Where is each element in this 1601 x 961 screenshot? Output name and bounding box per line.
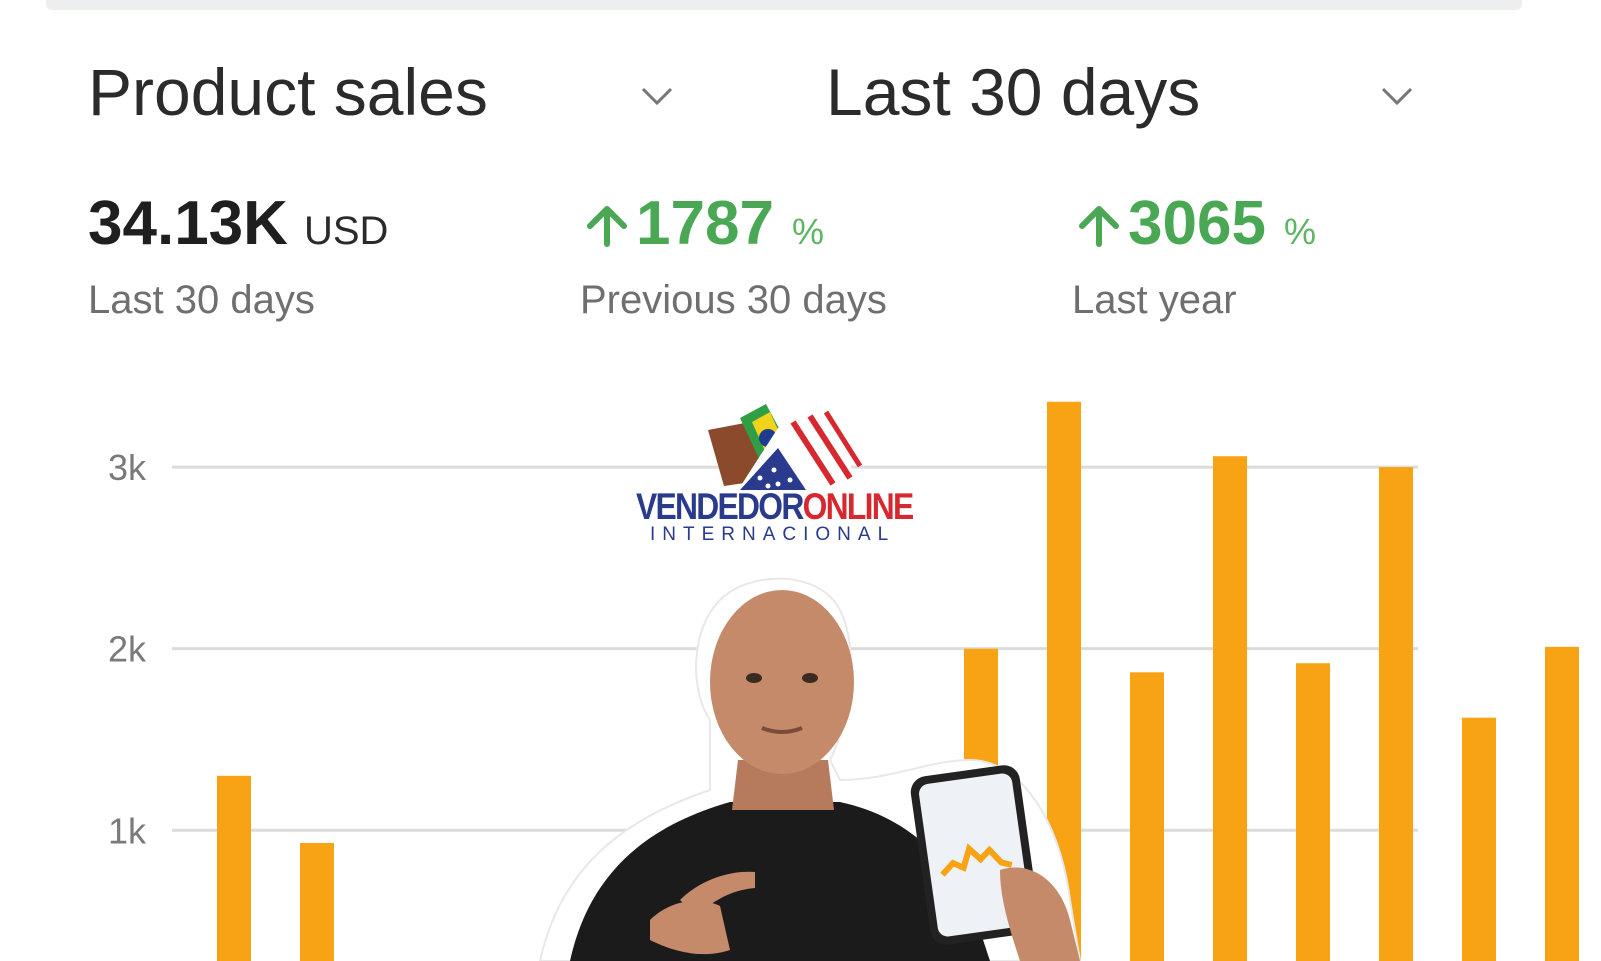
- chart-bar: [1462, 717, 1496, 961]
- chart-bar: [300, 842, 334, 961]
- chart-bar: [1296, 663, 1330, 961]
- chart-y-axis: 1k 2k 3k: [108, 447, 147, 851]
- presenter-photo: [538, 577, 1082, 961]
- logo-word-online: ONLINE: [802, 486, 915, 527]
- chart-bar: [1213, 456, 1247, 961]
- y-tick-label: 2k: [108, 629, 147, 670]
- logo-subtitle: INTERNACIONAL: [650, 524, 896, 545]
- chart-bar: [1130, 672, 1164, 961]
- flags-emblem: [708, 404, 863, 490]
- logo-word-vendedor: VENDEDOR: [636, 486, 804, 527]
- page: Product sales Last 30 days 34.13K USD La…: [0, 0, 1601, 961]
- chart-bar: [1545, 646, 1579, 961]
- logo-wordmark: VENDEDORONLINE: [636, 486, 915, 528]
- y-tick-label: 1k: [108, 810, 147, 851]
- brand-logo: VENDEDORONLINE INTERNACIONAL: [628, 400, 948, 550]
- chart-bar: [1379, 467, 1413, 961]
- y-tick-label: 3k: [108, 447, 147, 488]
- chart-bar: [217, 775, 251, 961]
